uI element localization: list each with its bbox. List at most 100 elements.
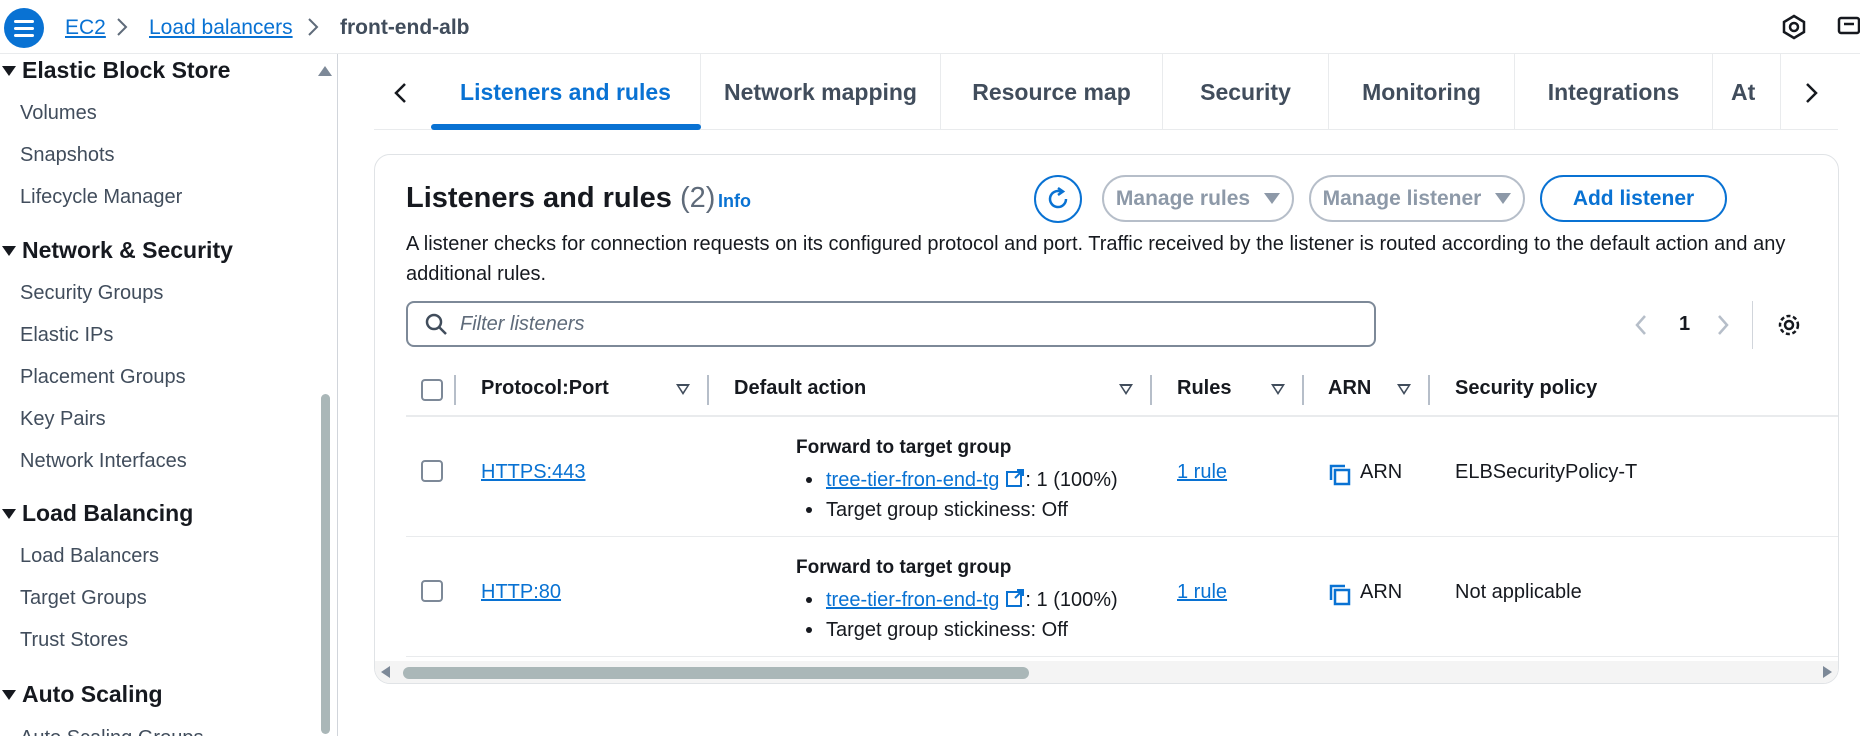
sidebar-item-target-groups[interactable]: Target Groups	[20, 586, 147, 610]
manage-listener-button[interactable]: Manage listener	[1309, 175, 1525, 222]
security-policy-value: Not applicable	[1455, 581, 1582, 603]
external-link-icon	[1006, 469, 1025, 487]
caret-down-icon	[2, 690, 16, 700]
caret-down-icon	[2, 66, 16, 76]
feedback-icon[interactable]	[1836, 13, 1860, 41]
gear-icon[interactable]	[1775, 311, 1803, 339]
chevron-left-icon[interactable]	[384, 76, 418, 110]
listeners-count: (2)	[680, 182, 716, 214]
menu-icon[interactable]	[4, 8, 44, 48]
copy-icon[interactable]	[1328, 463, 1352, 487]
manage-rules-button[interactable]: Manage rules	[1102, 175, 1294, 222]
sidebar-section-network-security[interactable]: Network & Security	[0, 236, 233, 264]
sidebar: Elastic Block Store Volumes Snapshots Li…	[0, 54, 338, 736]
sidebar-item-trust-stores[interactable]: Trust Stores	[20, 628, 128, 652]
listeners-description: A listener checks for connection request…	[406, 233, 1786, 285]
security-policy-value: ELBSecurityPolicy-T	[1455, 461, 1638, 483]
listeners-container: Listeners and rules (2) Info Manage rule…	[374, 154, 1839, 684]
tab-integrations[interactable]: Integrations	[1515, 54, 1713, 130]
column-divider	[707, 375, 709, 405]
sidebar-scrollbar[interactable]	[321, 394, 330, 734]
chevron-right-icon	[308, 18, 319, 36]
sidebar-item-lifecycle-manager[interactable]: Lifecycle Manager	[20, 185, 182, 209]
copy-icon[interactable]	[1328, 583, 1352, 607]
row-checkbox[interactable]	[421, 580, 443, 602]
select-all-checkbox[interactable]	[421, 379, 443, 401]
breadcrumb-ec2[interactable]: EC2	[65, 15, 106, 41]
caret-down-icon	[1495, 193, 1512, 204]
tab-attributes[interactable]: At	[1713, 54, 1781, 130]
chevron-right-icon[interactable]	[1794, 76, 1828, 110]
refresh-icon	[1048, 186, 1068, 209]
column-divider	[454, 375, 456, 405]
tab-listeners-and-rules[interactable]: Listeners and rules	[431, 54, 701, 130]
row-checkbox[interactable]	[421, 460, 443, 482]
refresh-button[interactable]	[1034, 175, 1082, 223]
protocol-port-link[interactable]: HTTP:80	[481, 581, 561, 604]
chevron-right-icon	[117, 18, 128, 36]
filter-listeners-field[interactable]	[406, 301, 1376, 347]
sidebar-section-load-balancing[interactable]: Load Balancing	[0, 499, 193, 527]
sidebar-section-auto-scaling[interactable]: Auto Scaling	[0, 680, 163, 708]
sort-icon[interactable]	[1397, 384, 1411, 395]
scroll-left-icon[interactable]	[381, 666, 390, 678]
table-horizontal-scrollbar[interactable]	[375, 661, 1838, 683]
column-header-arn[interactable]: ARN	[1328, 377, 1371, 400]
page-number[interactable]: 1	[1679, 313, 1690, 336]
sort-icon[interactable]	[1119, 384, 1133, 395]
arn-label: ARN	[1360, 581, 1403, 603]
column-divider	[1150, 375, 1152, 405]
sort-icon[interactable]	[676, 384, 690, 395]
default-action-details: tree-tier-fron-end-tg: 1 (100%) Target g…	[796, 585, 1118, 645]
filter-listeners-input[interactable]	[460, 308, 1360, 340]
tab-resource-map[interactable]: Resource map	[941, 54, 1163, 130]
column-header-rules[interactable]: Rules	[1177, 377, 1231, 400]
scrollbar-thumb[interactable]	[403, 667, 1029, 679]
list-item: tree-tier-fron-end-tg: 1 (100%)	[796, 585, 1118, 615]
sidebar-item-network-interfaces[interactable]: Network Interfaces	[20, 449, 187, 473]
target-group-link[interactable]: tree-tier-fron-end-tg	[826, 589, 999, 611]
default-action-details: tree-tier-fron-end-tg: 1 (100%) Target g…	[796, 465, 1118, 525]
tab-security[interactable]: Security	[1163, 54, 1329, 130]
sidebar-item-security-groups[interactable]: Security Groups	[20, 281, 163, 305]
tab-bar: Listeners and rules Network mapping Reso…	[374, 54, 1838, 130]
sidebar-item-elastic-ips[interactable]: Elastic IPs	[20, 323, 113, 347]
column-header-default-action[interactable]: Default action	[734, 377, 866, 400]
target-group-link[interactable]: tree-tier-fron-end-tg	[826, 469, 999, 491]
sidebar-item-auto-scaling-groups[interactable]: Auto Scaling Groups	[20, 726, 203, 736]
rules-link[interactable]: 1 rule	[1177, 461, 1227, 484]
info-link[interactable]: Info	[718, 191, 751, 212]
table-header: Protocol:Port Default action Rules ARN S…	[406, 365, 1838, 417]
sidebar-item-snapshots[interactable]: Snapshots	[20, 143, 115, 167]
list-item: Target group stickiness: Off	[796, 495, 1118, 525]
chevron-right-icon[interactable]	[1713, 312, 1733, 338]
sort-icon[interactable]	[1271, 384, 1285, 395]
sidebar-item-volumes[interactable]: Volumes	[20, 101, 97, 125]
external-link-icon	[1006, 589, 1025, 607]
rules-link[interactable]: 1 rule	[1177, 581, 1227, 604]
caret-down-icon	[2, 509, 16, 519]
add-listener-button[interactable]: Add listener	[1540, 175, 1727, 222]
default-action-title: Forward to target group	[796, 437, 1012, 458]
search-icon	[425, 313, 447, 335]
sidebar-scroll-up-icon[interactable]	[318, 66, 332, 76]
breadcrumb-load-balancers[interactable]: Load balancers	[149, 15, 293, 41]
listeners-title: Listeners and rules (2)	[406, 182, 716, 214]
default-action-title: Forward to target group	[796, 557, 1012, 578]
chevron-left-icon[interactable]	[1631, 312, 1651, 338]
active-tab-indicator	[431, 124, 701, 130]
tab-network-mapping[interactable]: Network mapping	[701, 54, 941, 130]
settings-hex-icon[interactable]	[1780, 13, 1808, 41]
table-row: HTTPS:443 Forward to target group tree-t…	[406, 417, 1838, 537]
column-header-protocol-port[interactable]: Protocol:Port	[481, 377, 609, 400]
sidebar-item-placement-groups[interactable]: Placement Groups	[20, 365, 186, 389]
caret-down-icon	[2, 246, 16, 256]
tab-monitoring[interactable]: Monitoring	[1329, 54, 1515, 130]
scroll-right-icon[interactable]	[1823, 666, 1832, 678]
sidebar-item-load-balancers[interactable]: Load Balancers	[20, 544, 159, 568]
protocol-port-link[interactable]: HTTPS:443	[481, 461, 585, 484]
column-header-security-policy[interactable]: Security policy	[1455, 377, 1597, 400]
pager-divider	[1752, 301, 1753, 349]
sidebar-section-elastic-block-store[interactable]: Elastic Block Store	[0, 56, 230, 84]
sidebar-item-key-pairs[interactable]: Key Pairs	[20, 407, 106, 431]
